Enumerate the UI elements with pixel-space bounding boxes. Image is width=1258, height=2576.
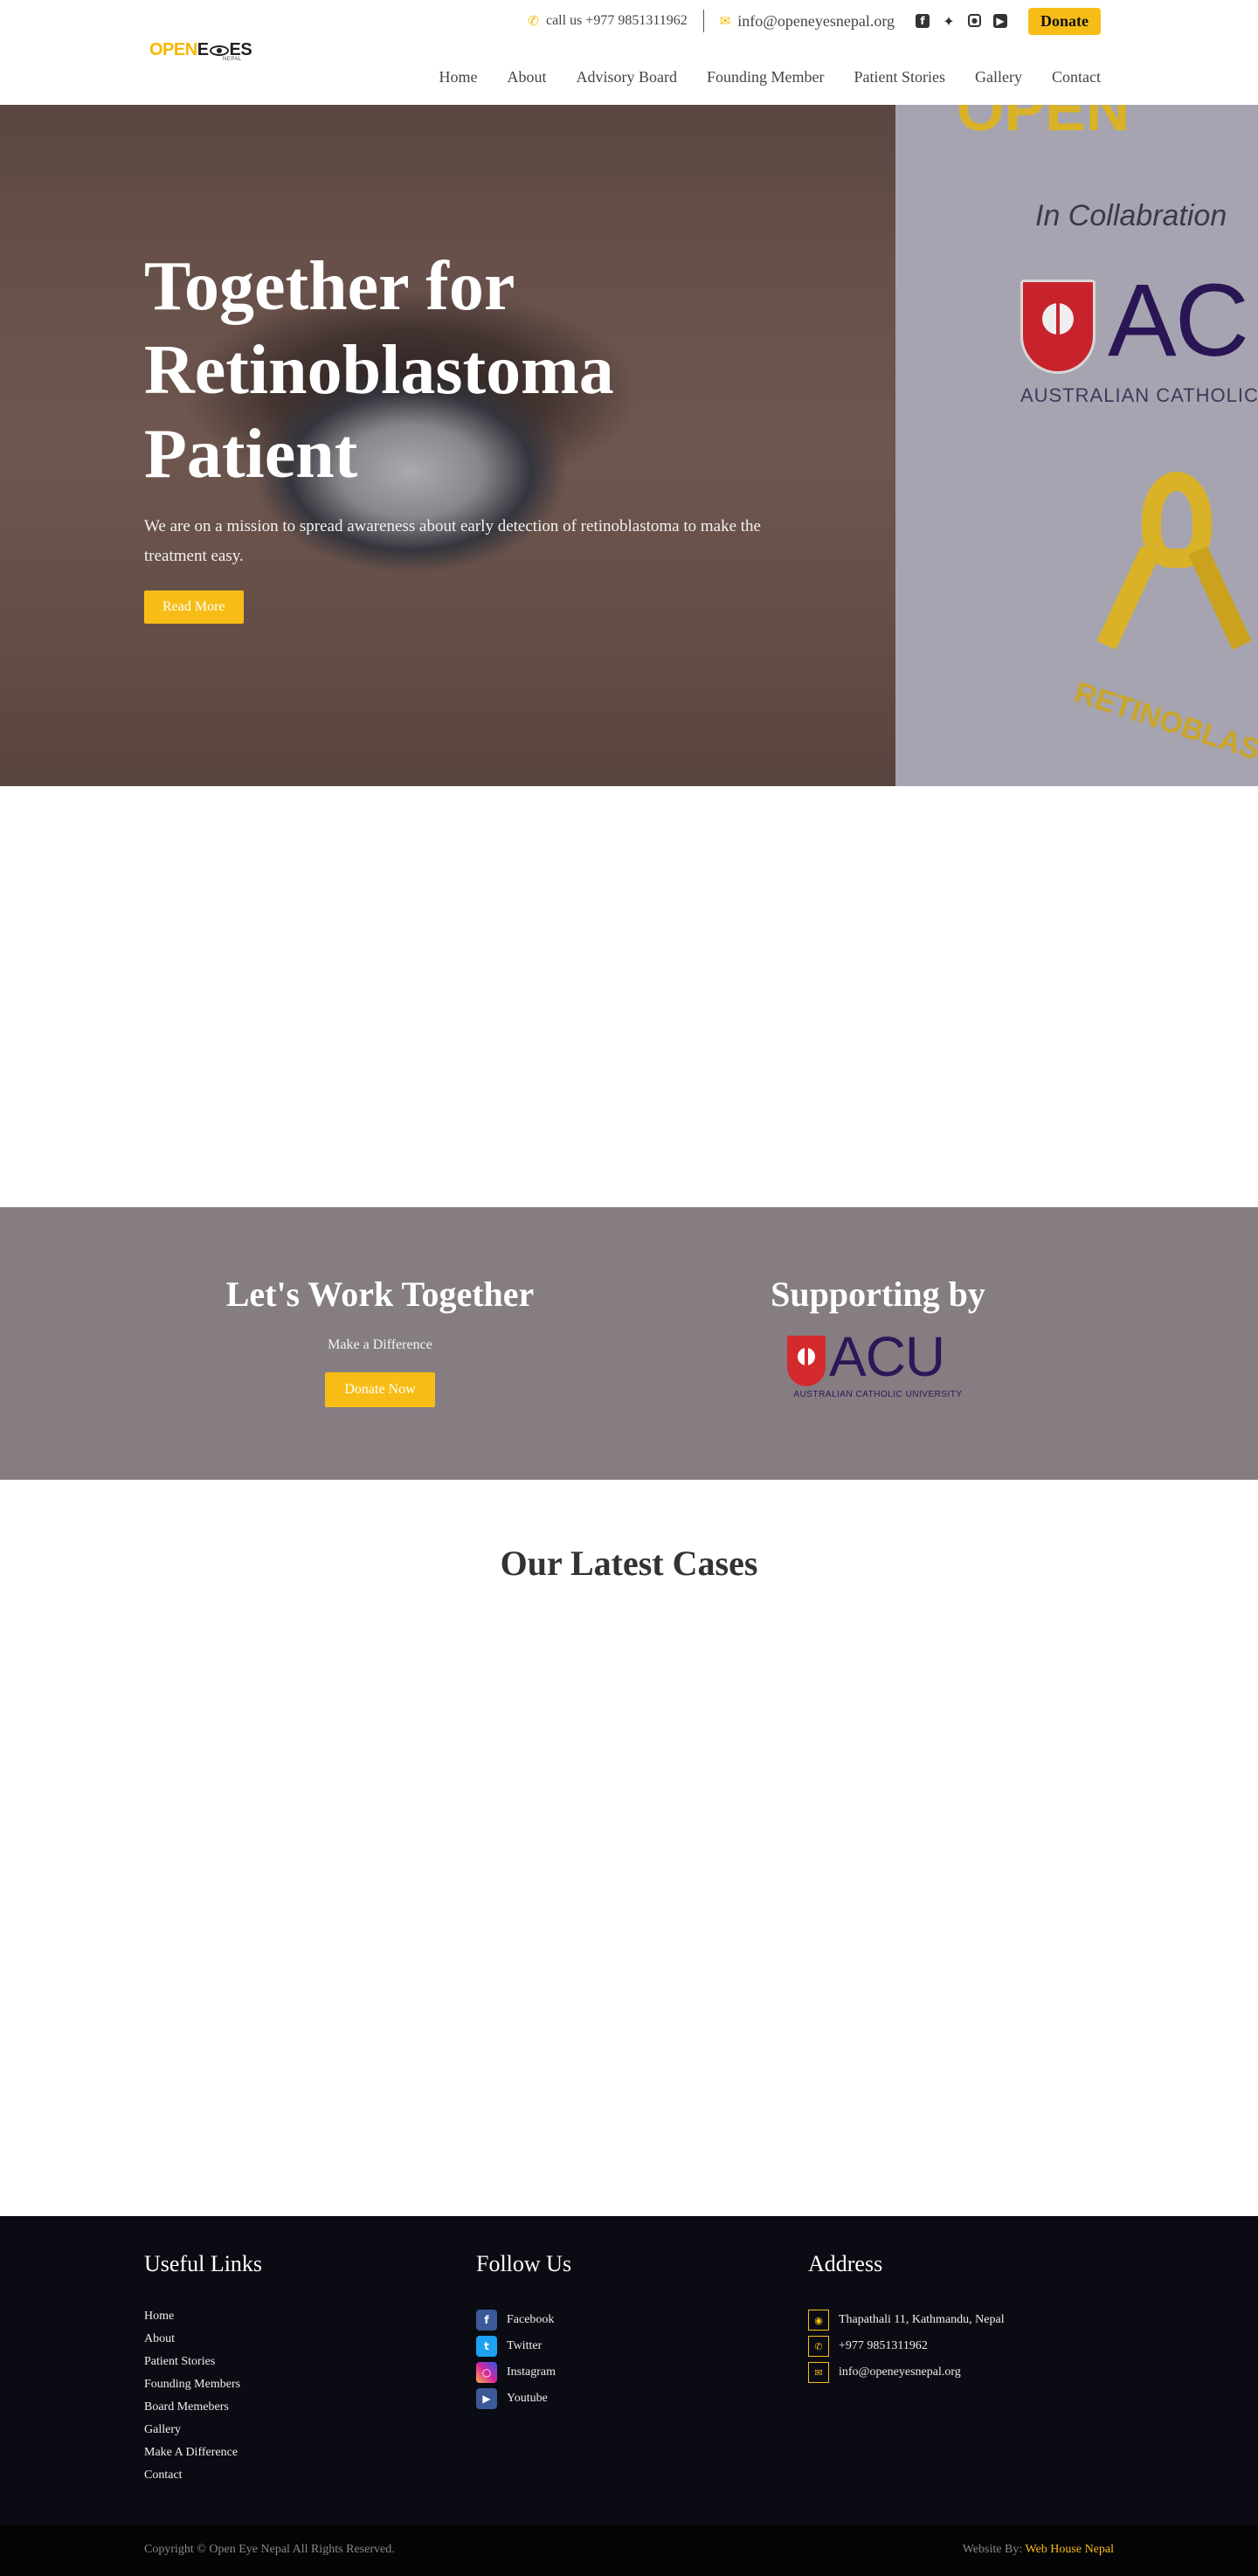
address-row: ◉ Thapathali 11, Kathmandu, Nepal bbox=[808, 2307, 1005, 2333]
phone-text: +977 9851311962 bbox=[839, 2339, 928, 2352]
read-more-button[interactable]: Read More bbox=[144, 590, 244, 624]
footer-social-twitter[interactable]: t Twitter bbox=[476, 2333, 571, 2359]
divider bbox=[702, 10, 704, 32]
hero-banner: OPEN In Collabration AC AUSTRALIAN CATHO… bbox=[0, 105, 1258, 786]
social-label: Twitter bbox=[507, 2339, 543, 2352]
work-together-title: Let's Work Together bbox=[225, 1274, 535, 1314]
logo-subtitle: NEPAL bbox=[223, 57, 242, 62]
main-nav: Home About Advisory Board Founding Membe… bbox=[439, 68, 1101, 86]
nav-contact[interactable]: Contact bbox=[1052, 68, 1101, 86]
nav-patient-stories[interactable]: Patient Stories bbox=[854, 68, 946, 86]
supporting-title: Supporting by bbox=[771, 1274, 985, 1314]
nav-gallery[interactable]: Gallery bbox=[975, 68, 1022, 86]
footer-link-board-members[interactable]: Board Memebers bbox=[144, 2396, 262, 2419]
header-email[interactable]: info@openeyesnepal.org bbox=[737, 12, 895, 31]
website-credit: Website By: Web House Nepal bbox=[963, 2543, 1114, 2557]
footer-social-facebook[interactable]: f Facebook bbox=[476, 2307, 571, 2333]
twitter-icon: t bbox=[476, 2336, 497, 2357]
empty-section bbox=[0, 786, 1258, 1207]
logo-e-text: E bbox=[197, 40, 209, 59]
hero-poster-image: OPEN In Collabration AC AUSTRALIAN CATHO… bbox=[895, 105, 1258, 786]
footer-link-make-a-difference[interactable]: Make A Difference bbox=[144, 2441, 262, 2464]
map-marker-icon: ◉ bbox=[808, 2310, 829, 2331]
envelope-icon: ✉ bbox=[719, 14, 731, 29]
latest-cases-title: Our Latest Cases bbox=[500, 1544, 758, 1583]
hero-content: Together for Retinoblastoma Patient We a… bbox=[144, 245, 791, 624]
instagram-icon[interactable]: ● bbox=[968, 14, 981, 27]
envelope-icon: ✉ bbox=[808, 2362, 829, 2383]
donate-now-button[interactable]: Donate Now bbox=[325, 1372, 435, 1407]
footer-link-home[interactable]: Home bbox=[144, 2305, 262, 2328]
poster-retino-text: RETINOBLAST bbox=[1070, 675, 1258, 773]
work-together-block: Let's Work Together Make a Difference Do… bbox=[0, 1274, 760, 1407]
footer-address: Address ◉ Thapathali 11, Kathmandu, Nepa… bbox=[808, 2251, 1005, 2386]
site-logo[interactable]: OPENE ES NEPAL bbox=[149, 38, 252, 62]
work-together-subtitle: Make a Difference bbox=[328, 1337, 432, 1352]
useful-links-title: Useful Links bbox=[144, 2251, 263, 2276]
footer-link-about[interactable]: About bbox=[144, 2328, 262, 2351]
nav-home[interactable]: Home bbox=[439, 68, 478, 86]
hero-description: We are on a mission to spread awareness … bbox=[144, 517, 761, 565]
footer-social-instagram[interactable]: ○ Instagram bbox=[476, 2359, 571, 2386]
top-bar: ✆ call us +977 9851311962 ✉ info@openeye… bbox=[528, 7, 1101, 35]
footer-link-founding-members[interactable]: Founding Members bbox=[144, 2373, 262, 2396]
eye-icon bbox=[209, 45, 229, 56]
logo-open-text: OPEN bbox=[149, 40, 197, 59]
follow-us-title: Follow Us bbox=[476, 2251, 572, 2276]
latest-cases-section: Our Latest Cases bbox=[0, 1480, 1258, 2216]
youtube-icon: ▶ bbox=[476, 2388, 497, 2409]
footer-useful-links: Useful Links Home About Patient Stories … bbox=[144, 2251, 262, 2487]
footer-link-gallery[interactable]: Gallery bbox=[144, 2419, 262, 2441]
social-label: Facebook bbox=[507, 2313, 555, 2326]
youtube-icon[interactable]: ▶ bbox=[993, 14, 1007, 28]
phone-icon: ✆ bbox=[808, 2336, 829, 2357]
awareness-ribbon-icon bbox=[1096, 472, 1252, 650]
poster-acu-subtitle: AUSTRALIAN CATHOLIC U bbox=[1020, 384, 1258, 406]
work-together-section: Let's Work Together Make a Difference Do… bbox=[0, 1207, 1258, 1480]
website-by-label: Website By: bbox=[962, 2543, 1023, 2556]
acu-logo-text: ACU bbox=[829, 1325, 945, 1388]
site-header: OPENE ES NEPAL ✆ call us +977 9851311962 … bbox=[0, 0, 1258, 105]
instagram-icon: ○ bbox=[476, 2362, 497, 2383]
copyright-text: Copyright © Open Eye Nepal All Rights Re… bbox=[144, 2543, 395, 2556]
footer-link-contact[interactable]: Contact bbox=[144, 2464, 262, 2487]
address-title: Address bbox=[808, 2251, 883, 2276]
poster-acu-text: AC bbox=[1108, 263, 1249, 378]
nav-advisory-board[interactable]: Advisory Board bbox=[577, 68, 678, 86]
social-label: Youtube bbox=[507, 2392, 548, 2405]
facebook-icon: f bbox=[476, 2310, 497, 2331]
poster-logo-fragment: OPEN bbox=[957, 105, 1130, 143]
header-social-links: f ✦ ● ▶ bbox=[916, 13, 1007, 30]
acu-logo[interactable]: ACU AUSTRALIAN CATHOLIC UNIVERSITY bbox=[782, 1325, 974, 1402]
phone-icon: ✆ bbox=[528, 14, 539, 29]
email-text: info@openeyesnepal.org bbox=[839, 2365, 961, 2379]
phone-row[interactable]: ✆ +977 9851311962 bbox=[808, 2333, 1005, 2359]
address-text: Thapathali 11, Kathmandu, Nepal bbox=[839, 2313, 1005, 2326]
supporting-block: Supporting by ACU AUSTRALIAN CATHOLIC UN… bbox=[760, 1274, 996, 1402]
footer-social-youtube[interactable]: ▶ Youtube bbox=[476, 2386, 571, 2412]
hero-title-line: Retinoblastoma bbox=[144, 332, 614, 409]
hero-title-line: Patient bbox=[144, 416, 358, 493]
acu-shield-icon bbox=[1020, 280, 1096, 374]
social-label: Instagram bbox=[507, 2365, 556, 2379]
web-house-nepal-link[interactable]: Web House Nepal bbox=[1025, 2543, 1114, 2556]
footer-link-patient-stories[interactable]: Patient Stories bbox=[144, 2351, 262, 2373]
email-row[interactable]: ✉ info@openeyesnepal.org bbox=[808, 2359, 1005, 2386]
donate-button[interactable]: Donate bbox=[1028, 7, 1101, 35]
poster-collab-text: In Collabration bbox=[1035, 199, 1227, 232]
site-footer: Useful Links Home About Patient Stories … bbox=[0, 2216, 1258, 2525]
facebook-icon[interactable]: f bbox=[916, 14, 930, 28]
twitter-icon[interactable]: ✦ bbox=[942, 13, 956, 30]
acu-logo-caption: AUSTRALIAN CATHOLIC UNIVERSITY bbox=[793, 1390, 963, 1399]
hero-title-line: Together for bbox=[144, 248, 515, 325]
hero-title: Together for Retinoblastoma Patient bbox=[144, 245, 791, 496]
copyright-bar: Copyright © Open Eye Nepal All Rights Re… bbox=[0, 2525, 1258, 2576]
nav-founding-member[interactable]: Founding Member bbox=[707, 68, 825, 86]
nav-about[interactable]: About bbox=[508, 68, 547, 86]
footer-follow-us: Follow Us f Facebook t Twitter ○ Instagr… bbox=[476, 2251, 571, 2412]
acu-shield-icon bbox=[787, 1336, 826, 1386]
call-us-text[interactable]: call us +977 9851311962 bbox=[546, 13, 688, 29]
